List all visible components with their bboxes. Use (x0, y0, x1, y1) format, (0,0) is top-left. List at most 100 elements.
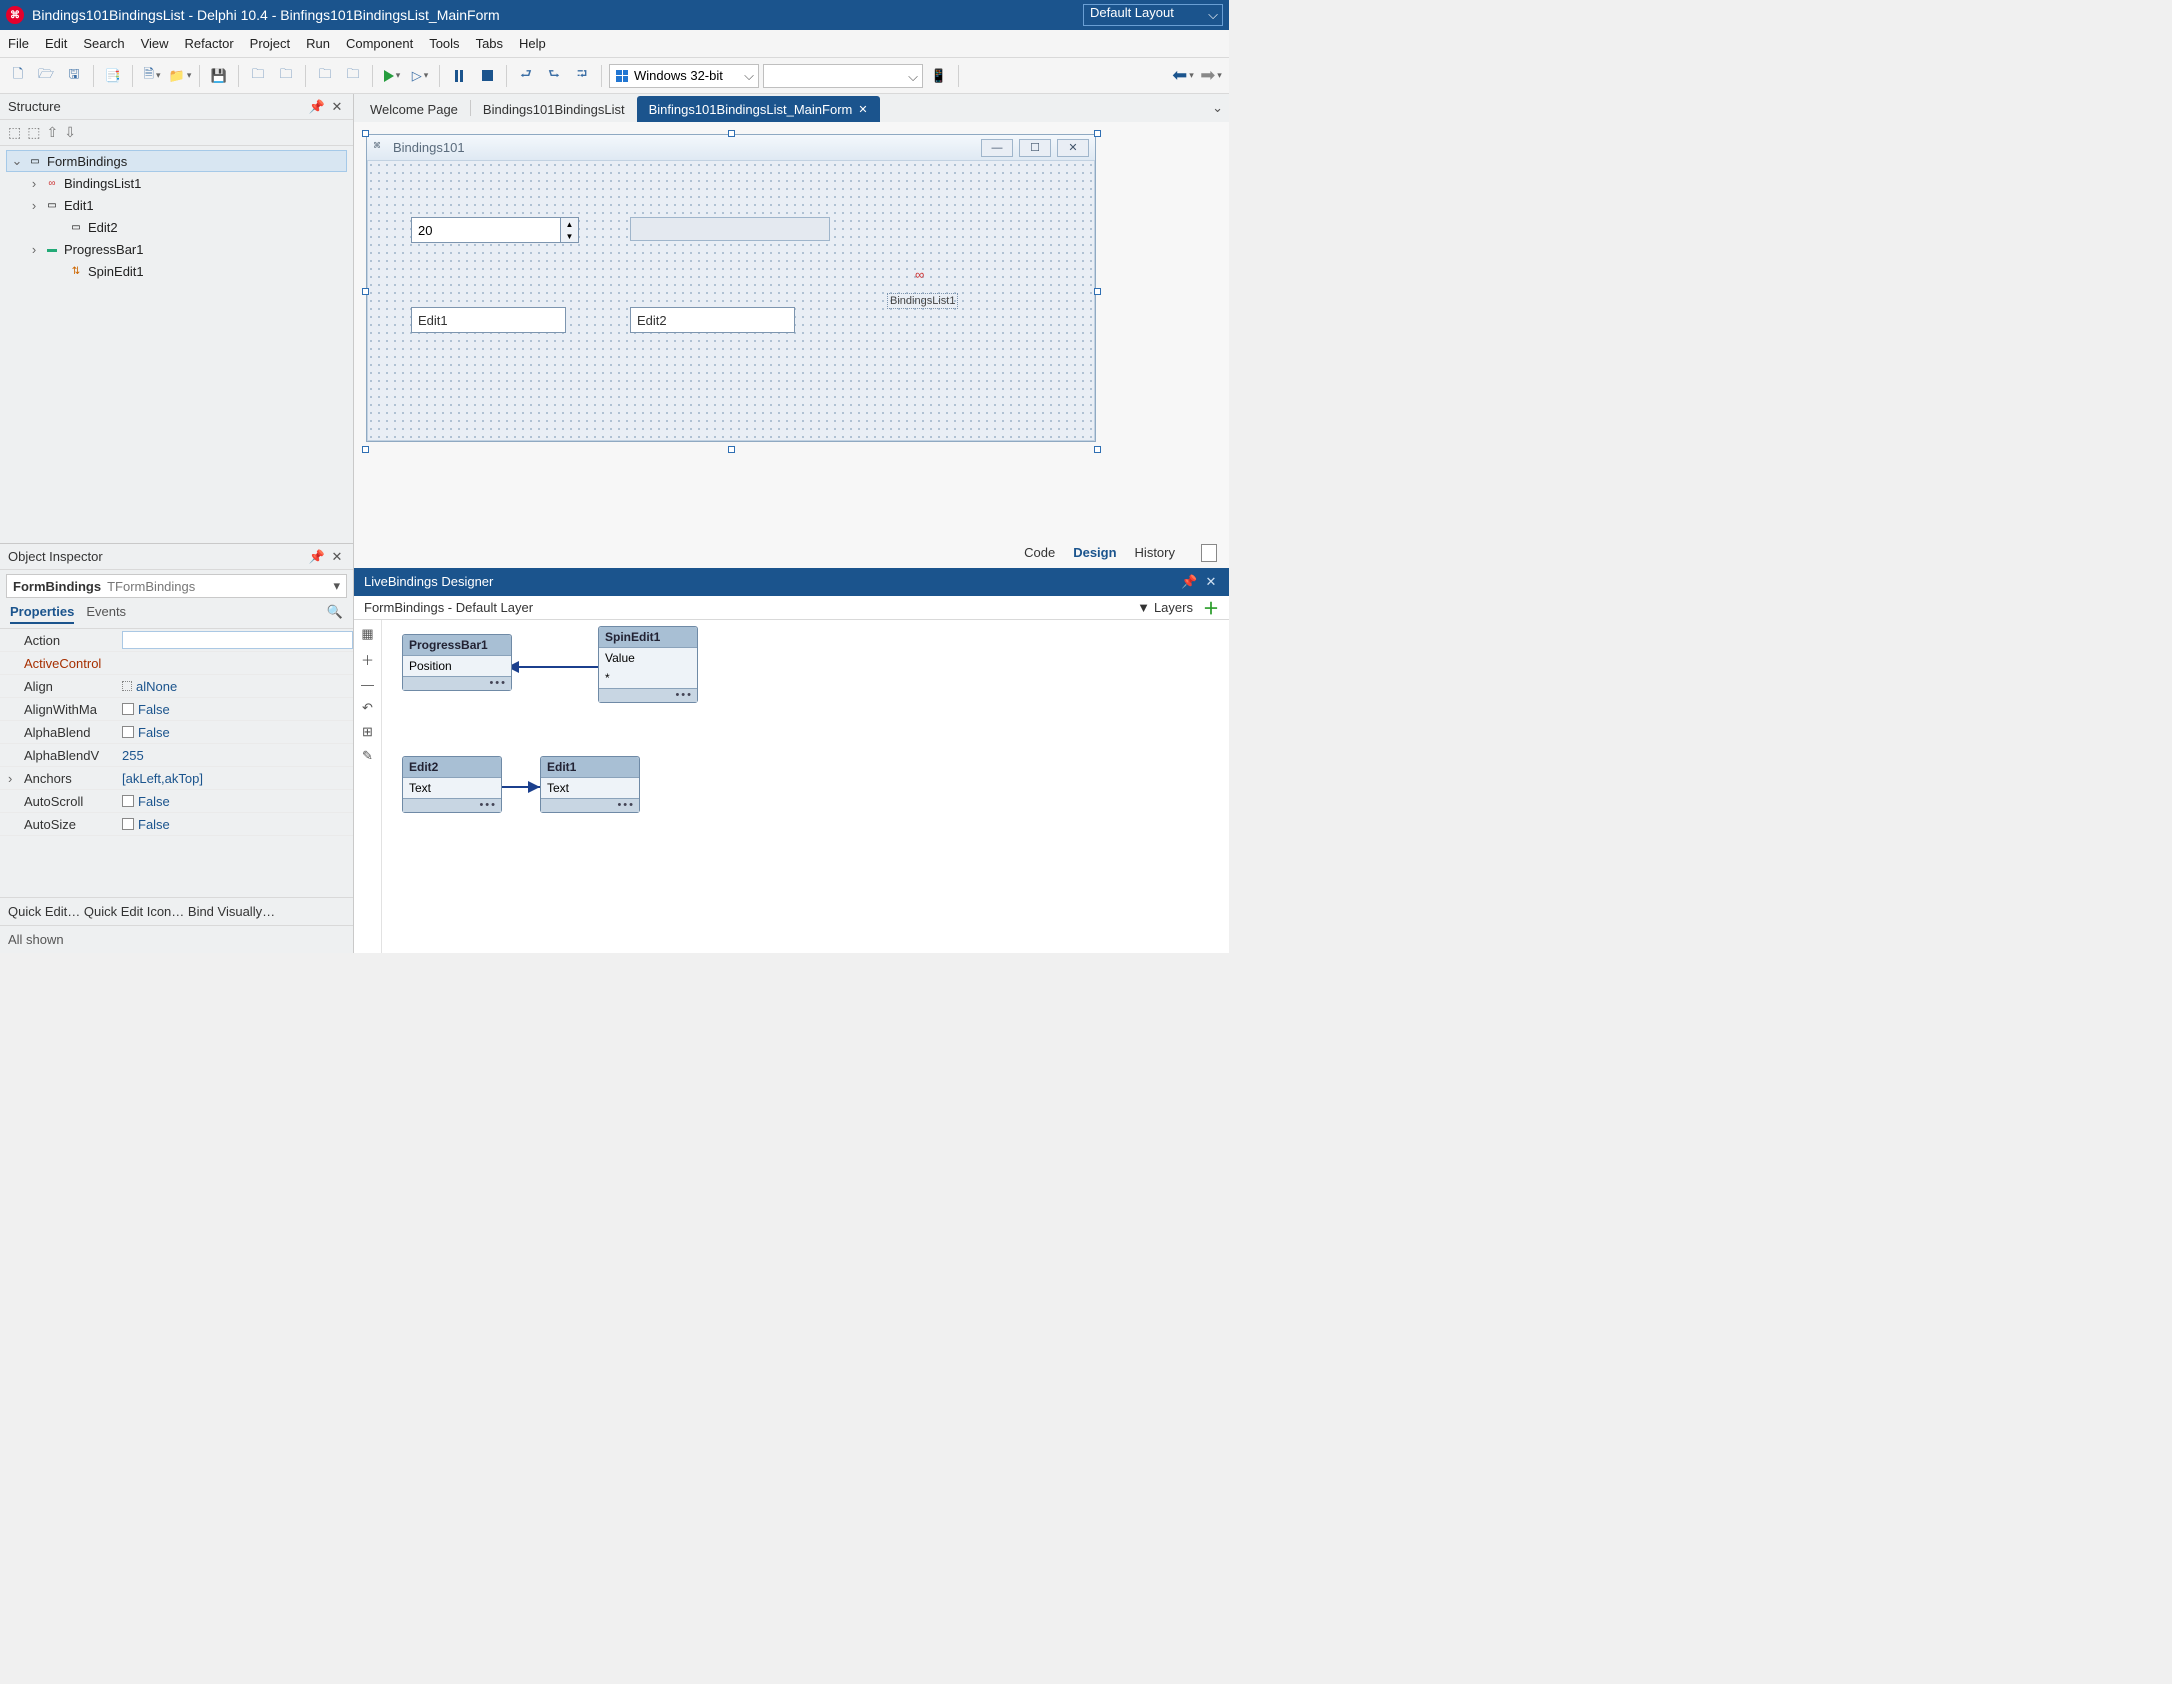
menu-project[interactable]: Project (250, 36, 290, 51)
chevron-right-icon[interactable]: › (28, 176, 40, 191)
lb-tool-add-icon[interactable]: ＋ (361, 650, 374, 669)
tab-form[interactable]: Binfings101BindingsList_MainForm✕ (637, 96, 880, 122)
chevron-down-icon[interactable]: ⌄ (11, 153, 23, 169)
checkbox-icon[interactable] (122, 795, 134, 807)
lb-canvas[interactable]: ProgressBar1 Position ••• SpinEdit1 Valu… (382, 620, 1229, 954)
spinedit-input[interactable] (411, 217, 561, 243)
menu-run[interactable]: Run (306, 36, 330, 51)
prop-value[interactable]: [akLeft,akTop] (116, 771, 353, 786)
resize-handle[interactable] (362, 288, 369, 295)
menu-refactor[interactable]: Refactor (185, 36, 234, 51)
prop-value[interactable]: False (116, 794, 353, 809)
spin-up-icon[interactable]: ▲ (561, 218, 578, 230)
layout-select[interactable]: Default Layout (1083, 4, 1223, 26)
add-icon[interactable]: ＋ (1203, 595, 1219, 619)
struct-up-icon[interactable]: ⇧ (46, 124, 58, 141)
spinedit-control[interactable]: ▲▼ (411, 217, 579, 243)
step-into-icon[interactable]: ⮑ (542, 64, 566, 88)
pause-button[interactable] (447, 64, 471, 88)
node-more-icon[interactable]: ••• (403, 798, 501, 812)
tab-welcome[interactable]: Welcome Page (358, 96, 470, 122)
tree-item[interactable]: ▭ Edit2 (6, 216, 347, 238)
save-icon[interactable]: 🖫 (62, 64, 86, 88)
search-icon[interactable]: 🔍 (327, 604, 343, 624)
tab-design[interactable]: Design (1073, 545, 1116, 560)
struct-tool-2[interactable]: ⬚ (27, 124, 40, 141)
tree-item[interactable]: › ▬ ProgressBar1 (6, 238, 347, 260)
open-file-icon[interactable]: 🗁 (34, 64, 58, 88)
device-icon[interactable]: 📱 (927, 64, 951, 88)
close-icon[interactable]: ✕ (329, 99, 345, 115)
step-over-icon[interactable]: ⮐ (514, 64, 538, 88)
tab-properties[interactable]: Properties (10, 604, 74, 624)
prop-value[interactable]: 255 (116, 748, 353, 763)
save-all-icon[interactable]: 💾 (207, 64, 231, 88)
chevron-right-icon[interactable]: › (28, 198, 40, 213)
folder1-icon[interactable]: 🗀 (246, 64, 270, 88)
checkbox-icon[interactable] (122, 703, 134, 715)
lb-node-progressbar[interactable]: ProgressBar1 Position ••• (402, 634, 512, 691)
run-no-debug-button[interactable]: ▷ (408, 64, 432, 88)
property-grid[interactable]: Action ActiveControl AlignalNone AlignWi… (0, 628, 353, 898)
menu-help[interactable]: Help (519, 36, 546, 51)
pin-icon[interactable]: 📌 (1181, 574, 1197, 590)
target-platform-select[interactable]: Windows 32-bit (609, 64, 759, 88)
tree-item[interactable]: › ▭ Edit1 (6, 194, 347, 216)
layers-button[interactable]: ▼ Layers (1137, 600, 1193, 615)
menu-edit[interactable]: Edit (45, 36, 67, 51)
checkbox-icon[interactable] (122, 726, 134, 738)
menu-file[interactable]: File (8, 36, 29, 51)
lb-tool-undo-icon[interactable]: ↶ (362, 700, 373, 716)
tab-events[interactable]: Events (86, 604, 126, 624)
menu-tools[interactable]: Tools (429, 36, 459, 51)
menu-tabs[interactable]: Tabs (476, 36, 503, 51)
folder2-icon[interactable]: 🗀 (274, 64, 298, 88)
tab-code[interactable]: Code (1024, 545, 1055, 560)
menu-search[interactable]: Search (83, 36, 124, 51)
lb-node-edit1[interactable]: Edit1 Text ••• (540, 756, 640, 813)
resize-handle[interactable] (728, 130, 735, 137)
oi-quick-actions[interactable]: Quick Edit… Quick Edit Icon… Bind Visual… (0, 898, 353, 925)
prop-value[interactable]: False (116, 702, 353, 717)
bindings-icon[interactable]: ∞ (915, 267, 939, 291)
lb-node-edit2[interactable]: Edit2 Text ••• (402, 756, 502, 813)
node-more-icon[interactable]: ••• (403, 676, 511, 690)
stop-button[interactable] (475, 64, 499, 88)
node-field[interactable]: Value (599, 648, 697, 668)
checkbox-icon[interactable] (122, 818, 134, 830)
pin-icon[interactable]: 📌 (309, 99, 325, 115)
close-icon[interactable]: ✕ (858, 103, 867, 116)
resize-handle[interactable] (1094, 288, 1101, 295)
oi-component-select[interactable]: FormBindings TFormBindings (6, 574, 347, 598)
folder-add-icon[interactable]: 🗀 (313, 64, 337, 88)
progressbar-control[interactable] (630, 217, 830, 241)
design-form[interactable]: ⌘ Bindings101 — ☐ ✕ ▲▼ Edit1 (366, 134, 1096, 442)
struct-tool-1[interactable]: ⬚ (8, 124, 21, 141)
structure-tree[interactable]: ⌄ ▭ FormBindings › ∞ BindingsList1 › ▭ E… (0, 146, 353, 543)
spin-down-icon[interactable]: ▼ (561, 230, 578, 242)
node-field[interactable]: Text (403, 778, 501, 798)
lb-tool-grid-icon[interactable]: ▦ (361, 626, 373, 642)
edit1-control[interactable]: Edit1 (411, 307, 566, 333)
prop-value[interactable]: alNone (116, 679, 353, 694)
resize-handle[interactable] (1094, 446, 1101, 453)
tab-history[interactable]: History (1135, 545, 1175, 560)
close-icon[interactable]: ✕ (1203, 574, 1219, 590)
menu-view[interactable]: View (141, 36, 169, 51)
resize-handle[interactable] (362, 446, 369, 453)
prop-name[interactable]: Anchors (0, 771, 116, 786)
prop-value[interactable]: False (116, 725, 353, 740)
chevron-down-icon[interactable]: ⌄ (1212, 100, 1223, 116)
folder-del-icon[interactable]: 🗀 (341, 64, 365, 88)
tree-item[interactable]: ⇅ SpinEdit1 (6, 260, 347, 282)
lb-tool-layout-icon[interactable]: ⊞ (362, 724, 373, 740)
prop-value[interactable]: False (116, 817, 353, 832)
node-more-icon[interactable]: ••• (541, 798, 639, 812)
add-folder-icon[interactable]: 📁 (168, 64, 192, 88)
resize-handle[interactable] (1094, 130, 1101, 137)
open-project-icon[interactable]: 📑 (101, 64, 125, 88)
menu-component[interactable]: Component (346, 36, 413, 51)
prop-value-input[interactable] (122, 631, 353, 649)
config-select[interactable] (763, 64, 923, 88)
nav-back-icon[interactable]: ⬅ (1171, 64, 1195, 88)
